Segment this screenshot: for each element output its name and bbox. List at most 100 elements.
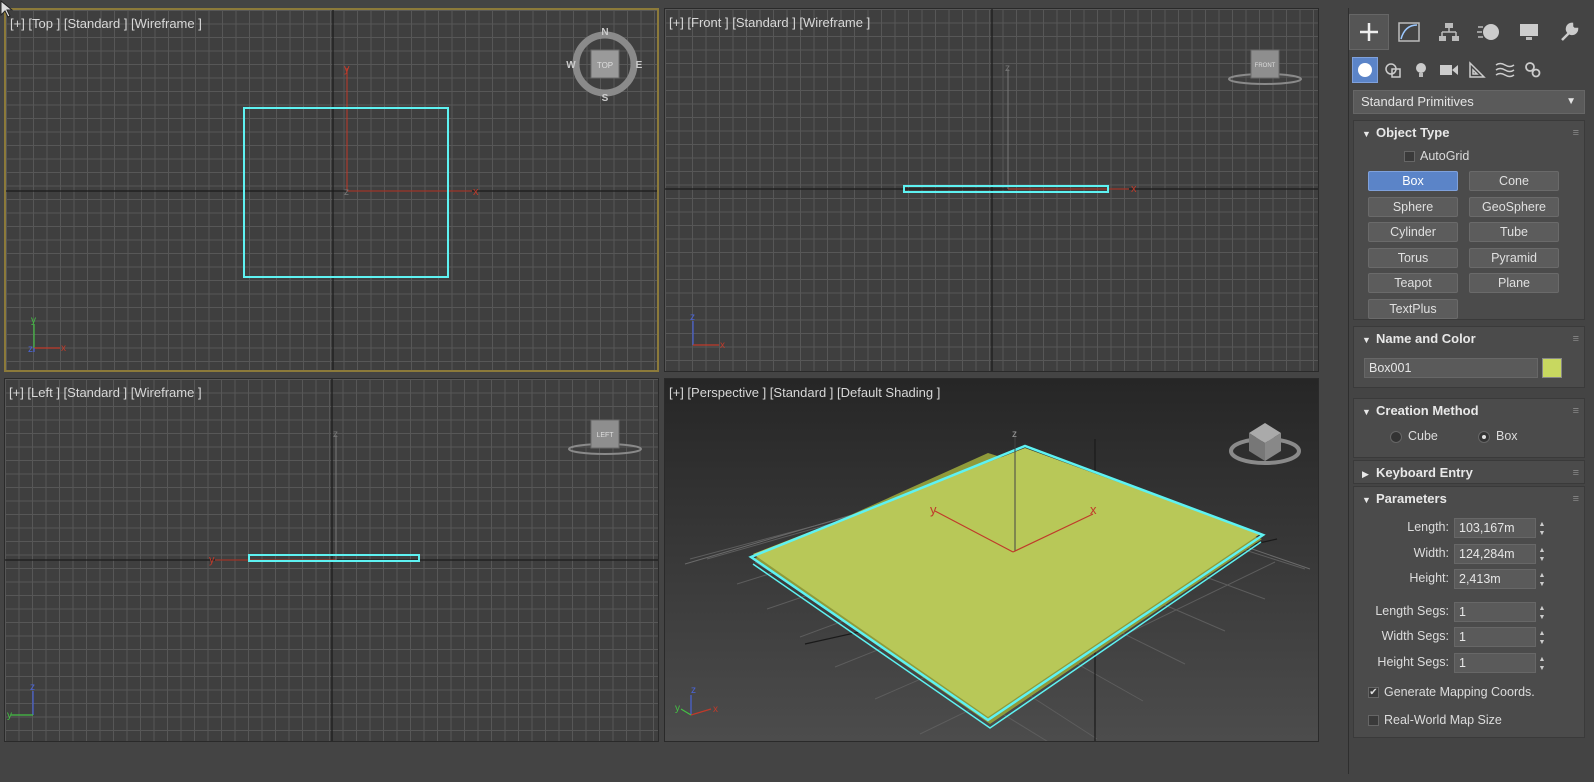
plus-icon [1360,23,1378,41]
width-segs-input[interactable]: 1 [1454,627,1536,647]
drag-grip-icon[interactable]: ≡ [1573,399,1580,423]
shapes-category-button[interactable] [1380,57,1406,83]
viewport-perspective[interactable]: [+] [Perspective ] [Standard ] [Default … [664,378,1319,742]
width-segs-spinner[interactable]: ▲ ▼ [1537,629,1547,649]
sphere-button[interactable]: Sphere [1368,197,1458,217]
length-segs-spinner[interactable]: ▲ ▼ [1537,604,1547,624]
spacewarps-category-button[interactable] [1492,57,1518,83]
motion-tab[interactable] [1469,14,1509,50]
object-name-input[interactable]: Box001 [1364,358,1538,378]
creation-method-header[interactable]: ▼ Creation Method ≡ [1354,399,1584,423]
axis-gizmo: z x [690,312,725,351]
systems-category-button[interactable] [1520,57,1546,83]
viewport-top[interactable]: [+] [Top ] [Standard ] [Wireframe ] x y … [4,8,659,372]
cube-radio-label: Cube [1408,429,1438,443]
create-tab[interactable] [1349,14,1389,50]
svg-text:FRONT: FRONT [1255,63,1276,69]
length-segs-input[interactable]: 1 [1454,602,1536,622]
svg-text:y: y [930,502,937,517]
drag-grip-icon[interactable]: ≡ [1573,121,1580,145]
object-color-swatch[interactable] [1542,358,1562,378]
axis-gizmo: z y [7,682,35,721]
box-radio[interactable] [1478,431,1490,443]
height-segs-input[interactable]: 1 [1454,653,1536,673]
collapse-triangle-icon: ▼ [1362,407,1371,417]
plane-button[interactable]: Plane [1469,273,1559,293]
x-axis-tag: x [473,186,479,198]
utilities-tab[interactable] [1549,14,1589,50]
drag-grip-icon[interactable]: ≡ [1573,487,1580,511]
generate-mapping-checkbox[interactable]: ✔ [1368,687,1379,698]
drag-grip-icon[interactable]: ≡ [1573,461,1580,485]
keyboard-entry-rollout: ▶ Keyboard Entry ≡ [1353,460,1585,484]
height-spinner[interactable]: ▲ ▼ [1537,571,1547,591]
cube-radio[interactable] [1390,431,1402,443]
height-input[interactable]: 2,413m [1454,569,1536,589]
height-label: Height: [1409,571,1449,585]
viewport-left-label[interactable]: [+] [Left ] [Standard ] [Wireframe ] [9,385,202,400]
svg-text:x: x [713,704,718,715]
create-category-row [1351,54,1547,88]
box-button[interactable]: Box [1368,171,1458,191]
real-world-map-checkbox[interactable] [1368,715,1379,726]
hierarchy-icon [1439,23,1459,41]
display-tab[interactable] [1509,14,1549,50]
helpers-tape-icon [1469,61,1486,78]
box-radio-label: Box [1496,429,1518,443]
viewport-top-label[interactable]: [+] [Top ] [Standard ] [Wireframe ] [10,16,202,31]
cone-button[interactable]: Cone [1469,171,1559,191]
pyramid-button[interactable]: Pyramid [1469,248,1559,268]
lights-category-button[interactable] [1408,57,1434,83]
svg-text:N: N [601,27,608,38]
geometry-category-button[interactable] [1352,57,1378,83]
viewport-front-label[interactable]: [+] [Front ] [Standard ] [Wireframe ] [669,15,870,30]
tube-button[interactable]: Tube [1469,222,1559,242]
primitives-dropdown[interactable]: Standard Primitives ▼ [1353,90,1585,114]
viewport-left[interactable]: [+] [Left ] [Standard ] [Wireframe ] y z… [4,378,659,742]
height-segs-spinner[interactable]: ▲ ▼ [1537,655,1547,675]
wrench-icon [1561,22,1579,41]
drag-grip-icon[interactable]: ≡ [1573,327,1580,351]
svg-text:z: z [690,312,695,323]
viewport-left-scene: y z z y LEFT [5,379,658,741]
length-input[interactable]: 103,167m [1454,518,1536,538]
object-type-header[interactable]: ▼ Object Type ≡ [1354,121,1584,145]
axis-gizmo: y x z [28,315,66,355]
hierarchy-tab[interactable] [1429,14,1469,50]
sphere-icon [1358,63,1372,77]
length-label: Length: [1407,520,1449,534]
modify-curve-icon [1398,22,1420,42]
keyboard-entry-header[interactable]: ▶ Keyboard Entry ≡ [1354,461,1584,485]
name-color-header[interactable]: ▼ Name and Color ≡ [1354,327,1584,351]
cylinder-button[interactable]: Cylinder [1368,222,1458,242]
collapse-triangle-icon: ▼ [1362,495,1371,505]
viewport-perspective-label[interactable]: [+] [Perspective ] [Standard ] [Default … [669,385,940,400]
display-monitor-icon [1520,24,1538,40]
viewport-front[interactable]: [+] [Front ] [Standard ] [Wireframe ] x … [664,8,1319,372]
svg-text:z: z [30,682,35,693]
cameras-category-button[interactable] [1436,57,1462,83]
parameters-header[interactable]: ▼ Parameters ≡ [1354,487,1584,511]
viewcube-front: FRONT [1228,49,1302,85]
svg-text:z: z [333,429,338,440]
width-input[interactable]: 124,284m [1454,544,1536,564]
viewport-front-scene: x z z x FRONT [665,9,1318,371]
real-world-map-label: Real-World Map Size [1384,713,1502,727]
helpers-category-button[interactable] [1464,57,1490,83]
teapot-button[interactable]: Teapot [1368,273,1458,293]
command-panel: Standard Primitives ▼ ▼ Object Type ≡ Auto… [1348,8,1589,774]
selected-box-outline [248,554,420,562]
torus-button[interactable]: Torus [1368,248,1458,268]
svg-text:LEFT: LEFT [596,432,614,439]
y-axis-tag: y [344,63,350,75]
geosphere-button[interactable]: GeoSphere [1469,197,1559,217]
width-spinner[interactable]: ▲ ▼ [1537,546,1547,566]
collapse-triangle-icon: ▼ [1362,129,1371,139]
length-spinner[interactable]: ▲ ▼ [1537,520,1547,540]
shapes-icon [1385,63,1401,78]
modify-tab[interactable] [1389,14,1429,50]
textplus-button[interactable]: TextPlus [1368,299,1458,319]
autogrid-checkbox[interactable] [1404,151,1415,162]
svg-text:y: y [675,703,680,714]
z-axis-tag: z [344,187,349,198]
